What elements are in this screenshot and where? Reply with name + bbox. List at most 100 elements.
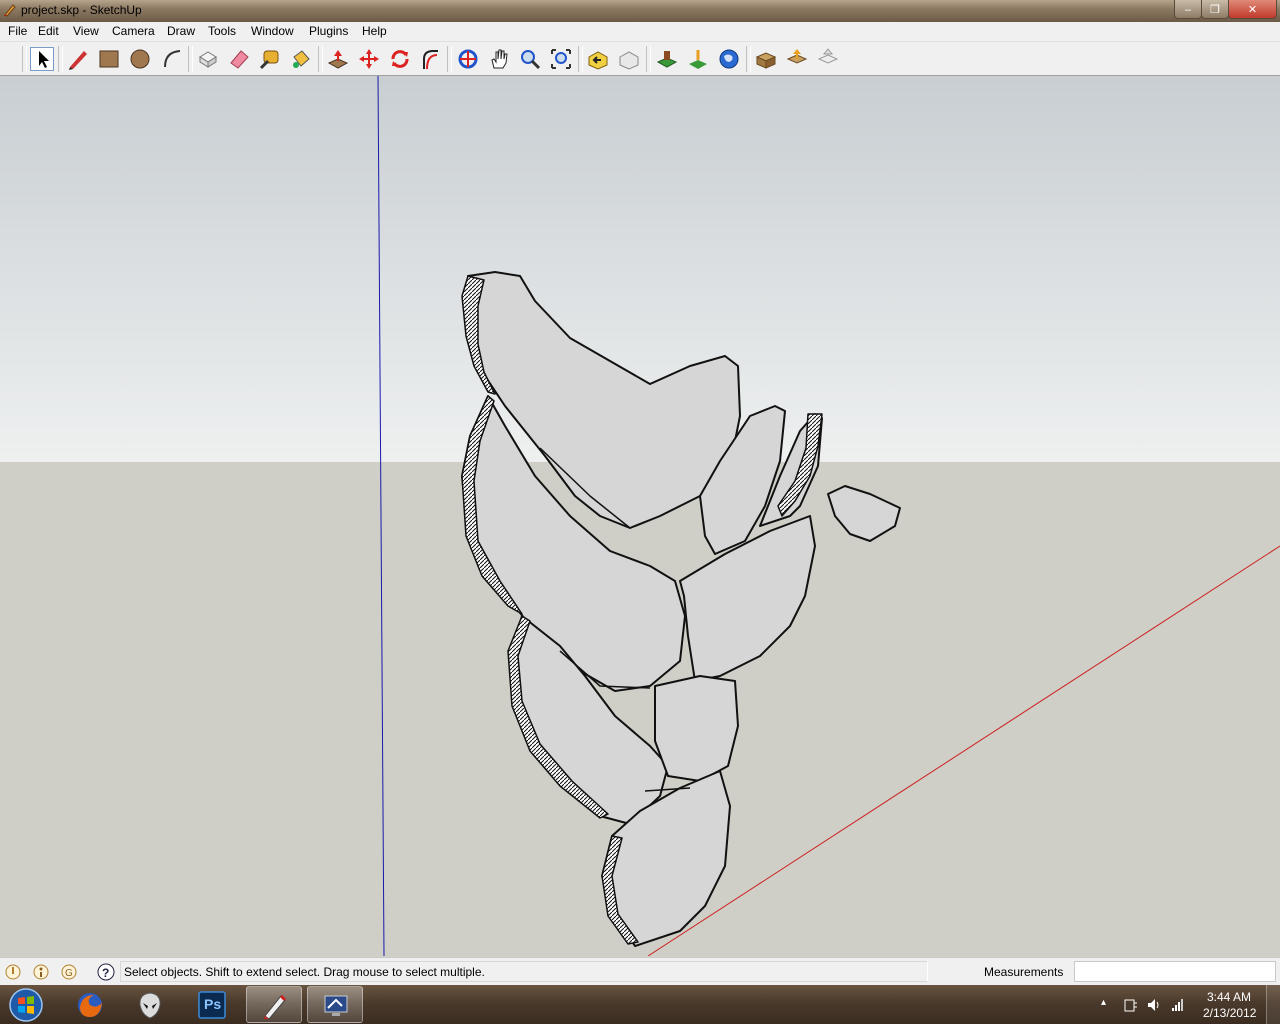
paint-bucket-icon [293,50,310,68]
next-view-tool[interactable] [617,47,641,71]
tape-measure-icon [259,50,279,70]
user-icon[interactable]: G [60,963,78,981]
menu-plugins[interactable]: Plugins [309,24,348,38]
magnifier-icon [521,50,541,70]
menu-edit[interactable]: Edit [38,24,59,38]
power-icon[interactable] [1122,997,1138,1013]
menu-file[interactable]: File [8,24,27,38]
volume-icon[interactable] [1146,997,1162,1013]
zoom-extents-tool[interactable] [549,47,573,71]
menu-camera[interactable]: Camera [112,24,155,38]
drawing-viewport[interactable] [0,76,1280,956]
measurements-label: Measurements [984,965,1064,979]
share-component-tool[interactable] [816,47,840,71]
menu-bar: File Edit View Camera Draw Tools Window … [0,22,1280,42]
toolbar-grip[interactable] [646,46,651,72]
orbit-tool[interactable] [456,47,480,71]
toolbar-grip[interactable] [578,46,583,72]
display-icon [324,995,348,1016]
circle-tool[interactable] [128,47,152,71]
move-tool[interactable] [357,47,381,71]
taskbar-sketchup[interactable] [246,986,302,1023]
toolbar-grip[interactable] [22,46,27,72]
pan-tool[interactable] [487,47,511,71]
rotate-tool[interactable] [388,47,412,71]
toolbar-grip[interactable] [447,46,452,72]
photoshop-label: Ps [204,996,222,1012]
window-title: project.skp - SketchUp [21,3,142,17]
rotate-icon [391,50,409,68]
start-button[interactable] [6,987,46,1023]
orbit-icon [458,49,478,69]
sketchup-icon [264,994,287,1020]
firefox-icon [78,993,102,1017]
toolbar-grip[interactable] [188,46,193,72]
arc-icon [164,50,181,68]
line-tool[interactable] [66,47,90,71]
taskbar-photoshop[interactable]: Ps [184,986,240,1023]
terrain-icon [689,50,707,69]
rectangle-tool[interactable] [97,47,121,71]
title-bar: project.skp - SketchUp ‒ ❐ ✕ [0,0,1280,22]
share-model-tool[interactable] [785,47,809,71]
add-location-icon [656,51,678,68]
credits-icon[interactable] [32,963,50,981]
network-icon[interactable] [1170,997,1186,1013]
close-button[interactable]: ✕ [1228,0,1277,19]
globe-icon [719,49,739,69]
toolbar-grip[interactable] [58,46,63,72]
eraser-tool[interactable] [227,47,251,71]
toolbar-grip[interactable] [746,46,751,72]
menu-help[interactable]: Help [362,24,387,38]
taskbar-firefox[interactable] [62,986,118,1023]
get-models-tool[interactable] [754,47,778,71]
add-location-tool[interactable] [655,47,679,71]
svg-text:?: ? [102,966,109,980]
rectangle-icon [99,50,119,68]
previous-view-tool[interactable] [586,47,610,71]
toolbar-grip[interactable] [318,46,323,72]
google-earth-tool[interactable] [717,47,741,71]
select-tool[interactable] [30,47,54,71]
menu-tools[interactable]: Tools [208,24,236,38]
instructor-help-icon[interactable]: ? [97,963,115,981]
arc-tool[interactable] [160,47,184,71]
eraser-icon [230,50,249,69]
sketchup-app-icon [4,4,16,17]
clock-time[interactable]: 3:44 AM [1207,990,1251,1004]
component-icon [199,51,217,68]
previous-view-icon [588,51,608,70]
follow-me-icon [423,50,438,70]
face-small[interactable] [654,675,739,782]
push-pull-tool[interactable] [326,47,350,71]
paint-bucket-tool[interactable] [289,47,313,71]
minimize-icon: ‒ [1184,2,1192,16]
status-bar: G ? Select objects. Shift to extend sele… [0,957,1280,986]
maximize-button[interactable]: ❐ [1201,0,1229,19]
clock-date[interactable]: 2/13/2012 [1203,1006,1256,1020]
menu-view[interactable]: View [73,24,99,38]
make-component-tool[interactable] [196,47,220,71]
geo-location-icon[interactable] [4,963,22,981]
taskbar-remote-app[interactable] [307,986,363,1023]
menu-draw[interactable]: Draw [167,24,195,38]
menu-window[interactable]: Window [251,24,294,38]
close-icon: ✕ [1247,2,1258,16]
push-pull-icon [327,50,349,69]
measurements-input[interactable] [1074,961,1276,982]
tape-measure-tool[interactable] [258,47,282,71]
pencil-icon [69,51,87,70]
toggle-terrain-tool[interactable] [686,47,710,71]
model-canvas [0,76,1280,956]
follow-me-tool[interactable] [419,47,443,71]
show-desktop-button[interactable] [1266,985,1280,1024]
minimize-button[interactable]: ‒ [1174,0,1202,19]
circle-icon [130,49,150,69]
zoom-tool[interactable] [518,47,542,71]
next-view-icon [619,51,639,70]
restore-icon: ❐ [1210,2,1220,16]
taskbar-alien[interactable] [122,986,178,1023]
arrow-cursor-icon [39,51,49,68]
show-hidden-icons-button[interactable]: ▴ [1101,997,1106,1008]
hand-icon [491,49,508,69]
